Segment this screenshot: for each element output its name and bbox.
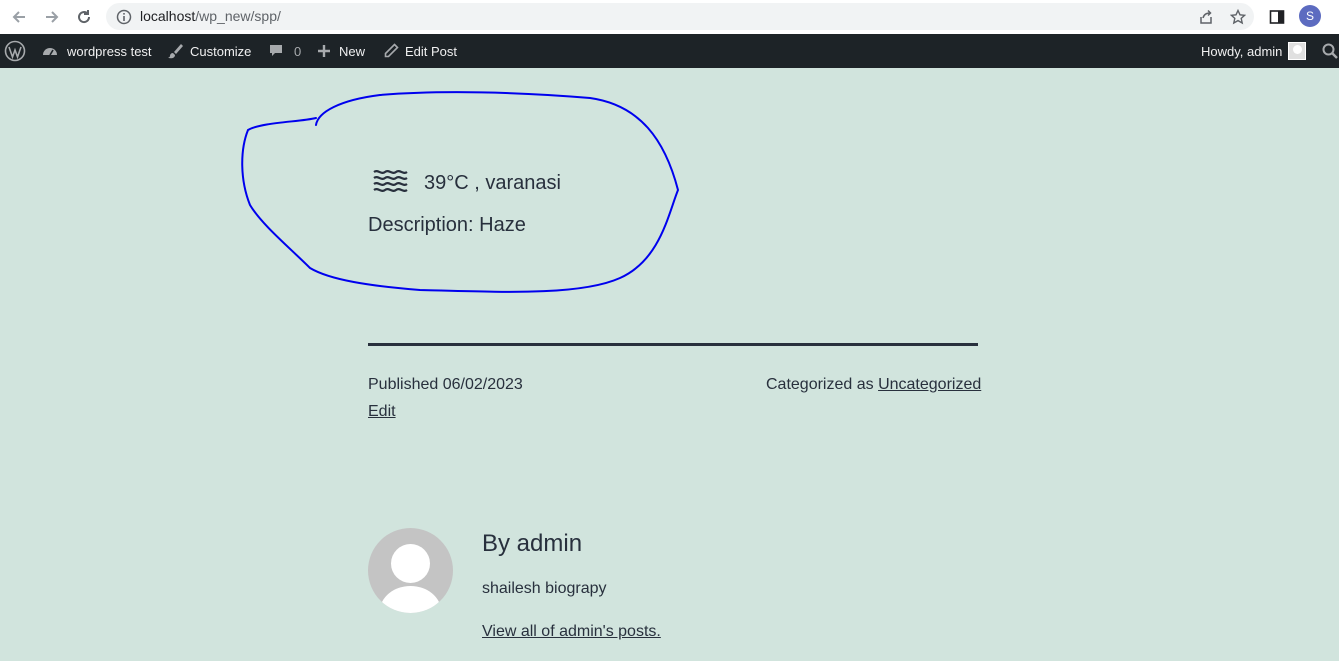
back-icon[interactable] (8, 6, 30, 28)
star-icon[interactable] (1229, 8, 1247, 26)
pencil-icon (383, 43, 399, 59)
post-separator (368, 343, 978, 346)
plus-icon (317, 44, 331, 58)
reload-icon[interactable] (73, 6, 95, 28)
customize-link[interactable]: Customize (166, 34, 251, 68)
haze-icon (372, 168, 410, 199)
published-date: Published 06/02/2023 (368, 376, 523, 393)
author-posts-link[interactable]: View all of admin's posts. (482, 623, 661, 641)
edit-post-link-footer[interactable]: Edit (368, 403, 396, 420)
author-name: By admin (482, 530, 583, 557)
wordpress-logo-icon[interactable] (4, 34, 26, 68)
search-icon[interactable] (1322, 34, 1338, 68)
admin-avatar (1288, 42, 1307, 60)
author-bio: shailesh biograpy (482, 580, 607, 597)
edit-meta: Edit (368, 403, 396, 421)
weather-description: Description: Haze (368, 214, 526, 236)
dashboard-icon (41, 42, 59, 60)
address-bar[interactable]: localhost/wp_new/spp/ (106, 3, 1254, 30)
weather-temperature-location: 39°C , varanasi (424, 172, 561, 194)
my-account-menu[interactable]: Howdy, admin (1201, 34, 1307, 68)
wp-admin-bar: wordpress test Customize 0 New Edit Post… (0, 34, 1339, 68)
brush-icon (166, 42, 184, 60)
comment-bubble-icon (268, 43, 284, 59)
browser-toolbar: localhost/wp_new/spp/ S (0, 0, 1339, 34)
info-icon[interactable] (115, 8, 133, 26)
annotation-circle (241, 91, 680, 293)
site-name-menu[interactable]: wordpress test (41, 34, 152, 68)
author-avatar (368, 528, 453, 613)
edit-post-link[interactable]: Edit Post (383, 34, 457, 68)
category-meta: Categorized as Uncategorized (766, 376, 982, 393)
category-link[interactable]: Uncategorized (878, 376, 981, 393)
share-icon[interactable] (1197, 8, 1215, 26)
weather-widget: 39°C , varanasi (372, 168, 561, 199)
url-text: localhost/wp_new/spp/ (140, 8, 281, 24)
profile-avatar[interactable]: S (1299, 5, 1321, 27)
side-panel-icon[interactable] (1266, 6, 1288, 28)
comments-link[interactable]: 0 (268, 34, 301, 68)
new-content-menu[interactable]: New (317, 34, 365, 68)
forward-icon[interactable] (41, 6, 63, 28)
